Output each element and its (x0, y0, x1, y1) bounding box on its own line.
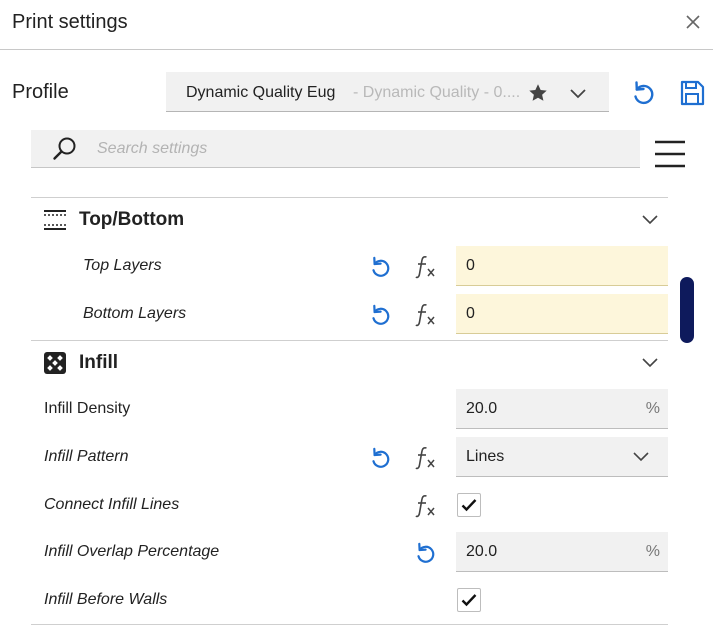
search-icon (53, 137, 76, 160)
field-value: Lines (466, 448, 505, 465)
setting-top-layers: Top Layers 0 (0, 244, 713, 290)
reset-icon[interactable] (367, 445, 393, 471)
chevron-down-icon (633, 452, 649, 462)
field-value: 0 (466, 257, 475, 274)
bottom-layers-input[interactable]: 0 (456, 294, 668, 334)
title-bar: Print settings (0, 0, 713, 50)
setting-infill-pattern: Infill Pattern Lines (0, 435, 713, 481)
field-value: 0 (466, 305, 475, 322)
setting-label: Infill Before Walls (44, 591, 168, 608)
close-icon[interactable] (679, 8, 707, 36)
profile-name: Dynamic Quality Eug (186, 84, 336, 101)
infill-pattern-dropdown[interactable]: Lines (456, 437, 668, 477)
infill-density-input[interactable]: 20.0 % (456, 389, 668, 429)
function-icon[interactable] (413, 302, 439, 328)
search-input[interactable] (97, 134, 627, 164)
setting-connect-infill-lines: Connect Infill Lines (0, 483, 713, 529)
setting-infill-density: Infill Density 20.0 % (0, 387, 713, 433)
checkmark-icon (461, 594, 477, 607)
scrollbar-thumb[interactable] (680, 277, 694, 343)
setting-label: Bottom Layers (83, 305, 187, 322)
setting-label: Infill Pattern (44, 448, 129, 465)
field-unit: % (645, 400, 660, 417)
profile-dropdown[interactable]: Dynamic Quality Eug - Dynamic Quality - … (166, 72, 609, 112)
chevron-down-icon (642, 358, 658, 368)
checkmark-icon (461, 499, 477, 512)
field-unit: % (645, 543, 660, 560)
setting-label: Top Layers (83, 257, 162, 274)
settings-list: Top/Bottom Top Layers 0 Bottom Layers 0 … (0, 196, 713, 625)
profile-label: Profile (12, 81, 69, 103)
menu-icon[interactable] (654, 138, 686, 170)
infill-icon (44, 352, 66, 374)
setting-bottom-layers: Bottom Layers 0 (0, 292, 713, 338)
function-icon[interactable] (413, 254, 439, 280)
field-value: 20.0 (466, 543, 498, 560)
reset-icon[interactable] (412, 540, 438, 566)
reset-icon[interactable] (367, 302, 393, 328)
profile-subtitle: - Dynamic Quality - 0.... (353, 84, 521, 101)
setting-label: Infill Density (44, 400, 131, 417)
category-title: Infill (79, 352, 119, 373)
infill-before-walls-checkbox[interactable] (457, 588, 481, 612)
reset-profile-button[interactable] (628, 78, 658, 108)
top-bottom-icon (44, 210, 66, 230)
search-box (31, 130, 640, 168)
setting-label: Connect Infill Lines (44, 496, 180, 513)
star-icon[interactable] (527, 82, 549, 104)
chevron-down-icon (570, 89, 586, 99)
category-infill[interactable]: Infill (31, 341, 681, 385)
function-icon[interactable] (413, 445, 439, 471)
top-layers-input[interactable]: 0 (456, 246, 668, 286)
reset-icon[interactable] (367, 254, 393, 280)
save-profile-button[interactable] (677, 78, 707, 108)
field-value: 20.0 (466, 400, 498, 417)
category-title: Top/Bottom (79, 209, 185, 230)
profile-row: Profile Dynamic Quality Eug - Dynamic Qu… (0, 70, 713, 114)
setting-infill-before-walls: Infill Before Walls (0, 578, 713, 624)
window-title: Print settings (12, 11, 128, 33)
infill-overlap-percentage-input[interactable]: 20.0 % (456, 532, 668, 572)
setting-label: Infill Overlap Percentage (44, 543, 220, 560)
setting-infill-overlap-percentage: Infill Overlap Percentage 20.0 % (0, 530, 713, 576)
chevron-down-icon (642, 215, 658, 225)
connect-infill-lines-checkbox[interactable] (457, 493, 481, 517)
category-top-bottom[interactable]: Top/Bottom (31, 198, 681, 242)
function-icon[interactable] (413, 493, 439, 519)
